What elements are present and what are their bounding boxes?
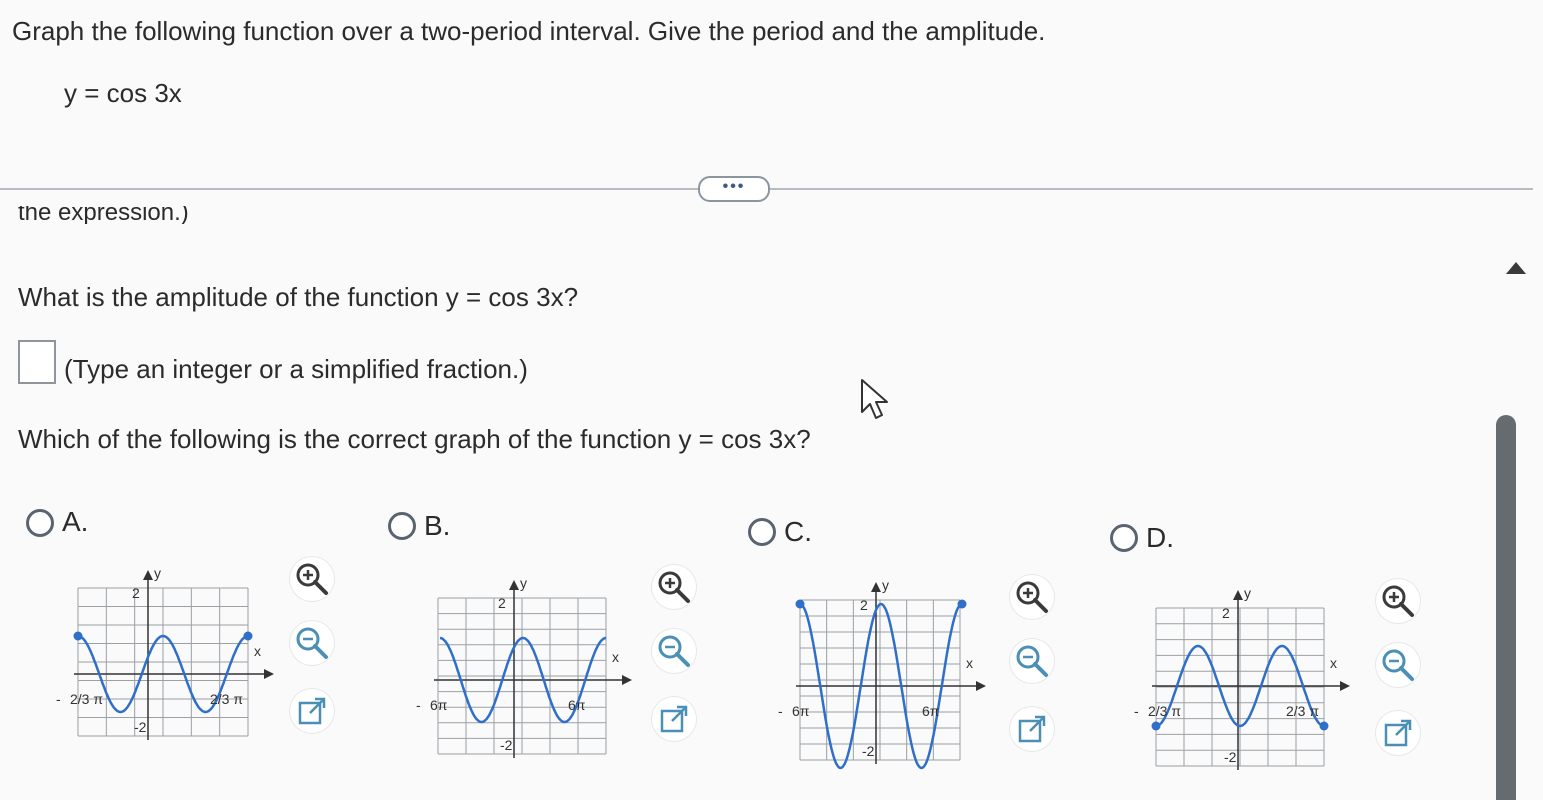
option-a-zoom-out-icon[interactable]	[290, 621, 334, 665]
option-d-zoom-in-icon[interactable]	[1376, 579, 1420, 623]
curve-endpoint-right	[957, 599, 967, 609]
option-c-open-window-icon[interactable]	[1010, 707, 1054, 751]
graph-b-svg: yx2-2- 6π 6π	[416, 575, 632, 758]
tick-label-right: 6π	[922, 703, 940, 719]
graph-option-b: y x 2 -2-6π 6π	[416, 562, 650, 762]
x-axis-arrow-icon	[1340, 681, 1350, 691]
y-axis-arrow-icon	[143, 570, 153, 580]
y-axis-label: y	[520, 575, 527, 591]
scroll-up-arrow-icon[interactable]	[1506, 262, 1526, 274]
y-axis-arrow-icon	[1233, 590, 1243, 600]
option-c-zoom-out-icon[interactable]	[1010, 639, 1054, 683]
option-b-label[interactable]: B.	[424, 510, 450, 542]
tick-label-right: 2/3 π	[210, 691, 243, 707]
cut-off-text: the expression.)	[18, 206, 189, 224]
x-axis-arrow-icon	[264, 669, 274, 679]
tick-label-top: 2	[860, 597, 868, 613]
show-more-button[interactable]: •••	[698, 176, 770, 202]
x-axis-label: x	[254, 643, 261, 659]
graph-d-svg: yx2-2- 2/3 π 2/3 π	[1134, 585, 1350, 770]
curve-endpoint-right	[1319, 721, 1329, 731]
graph-a-svg: yx2-2- 2/3 π 2/3 π	[56, 565, 274, 740]
amplitude-hint: (Type an integer or a simplified fractio…	[64, 354, 528, 384]
tick-label-minus: -	[56, 691, 61, 707]
y-axis-label: y	[154, 565, 161, 581]
question-title: Graph the following function over a two-…	[12, 16, 1046, 46]
option-d-open-window-icon[interactable]	[1376, 711, 1420, 755]
curve-endpoint-left	[73, 631, 83, 641]
tick-label-bottom: -2	[862, 743, 875, 759]
option-b-radio[interactable]	[388, 512, 416, 540]
graph-question: Which of the following is the correct gr…	[18, 424, 811, 454]
option-a-label[interactable]: A.	[62, 506, 88, 538]
amplitude-input[interactable]	[18, 340, 56, 384]
option-b-zoom-in-icon[interactable]	[652, 565, 696, 609]
tick-label-bottom: -2	[134, 719, 147, 735]
y-axis-label: y	[882, 577, 889, 593]
graph-option-c: y x 2 -2-6π 6π	[770, 570, 1010, 770]
graph-option-d: y x 2 -2-2/3 π 2/3 π	[1128, 574, 1368, 774]
tick-label-top: 2	[1222, 605, 1230, 621]
option-d-radio[interactable]	[1110, 524, 1138, 552]
function-expression: y = cos 3x	[64, 78, 182, 108]
x-axis-arrow-icon	[622, 675, 632, 685]
tick-label-left: 2/3 π	[1148, 703, 1181, 719]
tick-label-top: 2	[498, 595, 506, 611]
curve-endpoint-right	[243, 631, 253, 641]
curve-endpoint-left	[1151, 721, 1161, 731]
tick-label-right: 6π	[568, 697, 586, 713]
mouse-pointer-icon	[861, 379, 888, 419]
tick-label-top: 2	[132, 585, 140, 601]
option-c-radio[interactable]	[748, 518, 776, 546]
option-b-zoom-out-icon[interactable]	[652, 629, 696, 673]
y-axis-arrow-icon	[871, 582, 881, 592]
x-axis-label: x	[966, 655, 973, 671]
tick-label-bottom: -2	[500, 737, 513, 753]
option-d-zoom-out-icon[interactable]	[1376, 643, 1420, 687]
x-axis-arrow-icon	[976, 681, 986, 691]
option-a-zoom-in-icon[interactable]	[290, 557, 334, 601]
x-axis-label: x	[1330, 655, 1337, 671]
tick-label-minus: -	[416, 697, 421, 713]
tick-label-left: 2/3 π	[70, 691, 103, 707]
option-a-radio[interactable]	[26, 509, 54, 537]
amplitude-question: What is the amplitude of the function y …	[18, 282, 579, 312]
option-b-open-window-icon[interactable]	[652, 697, 696, 741]
y-axis-arrow-icon	[509, 580, 519, 590]
tick-label-minus: -	[1134, 703, 1139, 719]
tick-label-minus: -	[778, 703, 783, 719]
x-axis-label: x	[612, 649, 619, 665]
tick-label-right: 2/3 π	[1286, 703, 1319, 719]
tick-label-left: 6π	[792, 703, 810, 719]
tick-label-left: 6π	[430, 697, 448, 713]
option-c-label[interactable]: C.	[784, 516, 812, 548]
option-a-open-window-icon[interactable]	[290, 689, 334, 733]
tick-label-bottom: -2	[1224, 749, 1237, 765]
y-axis-label: y	[1244, 585, 1251, 601]
option-c-zoom-in-icon[interactable]	[1010, 575, 1054, 619]
scrollbar-thumb[interactable]	[1496, 415, 1516, 800]
curve-endpoint-left	[795, 599, 805, 609]
option-d-label[interactable]: D.	[1146, 522, 1174, 554]
graph-option-a: y x 2 -2-2/3 π 2/3 π	[54, 558, 284, 758]
graph-c-svg: yx2-2- 6π 6π	[778, 577, 986, 770]
